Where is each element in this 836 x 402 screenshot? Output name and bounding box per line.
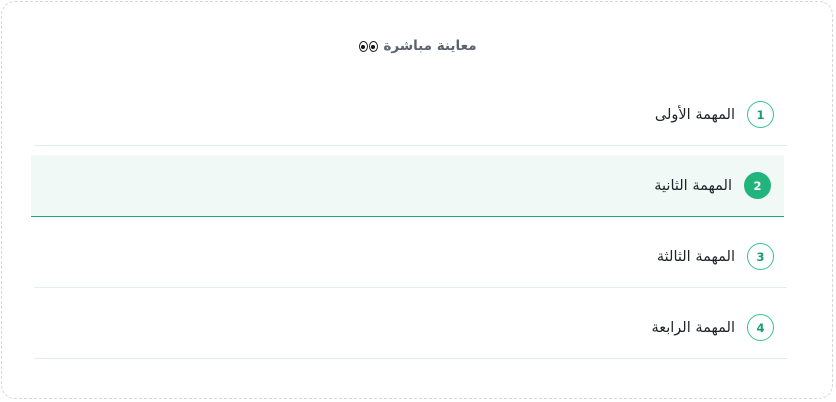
task-label: المهمة الرابعة: [651, 319, 735, 336]
task-item-2[interactable]: 2 المهمة الثانية: [31, 155, 784, 217]
panel-title: معاينة مباشرة: [383, 38, 477, 54]
task-item-4[interactable]: 4 المهمة الرابعة: [34, 297, 787, 359]
eyes-icon: [359, 40, 379, 52]
task-label: المهمة الثانية: [654, 177, 732, 194]
task-item-3[interactable]: 3 المهمة الثالثة: [34, 226, 787, 288]
panel-header: معاينة مباشرة: [0, 38, 836, 54]
task-number-badge: 2: [744, 172, 771, 199]
task-label: المهمة الأولى: [654, 106, 735, 123]
task-number-badge: 1: [747, 101, 774, 128]
task-label: المهمة الثالثة: [656, 248, 735, 265]
task-number-badge: 3: [747, 243, 774, 270]
task-number-badge: 4: [747, 314, 774, 341]
task-item-1[interactable]: 1 المهمة الأولى: [34, 84, 787, 146]
